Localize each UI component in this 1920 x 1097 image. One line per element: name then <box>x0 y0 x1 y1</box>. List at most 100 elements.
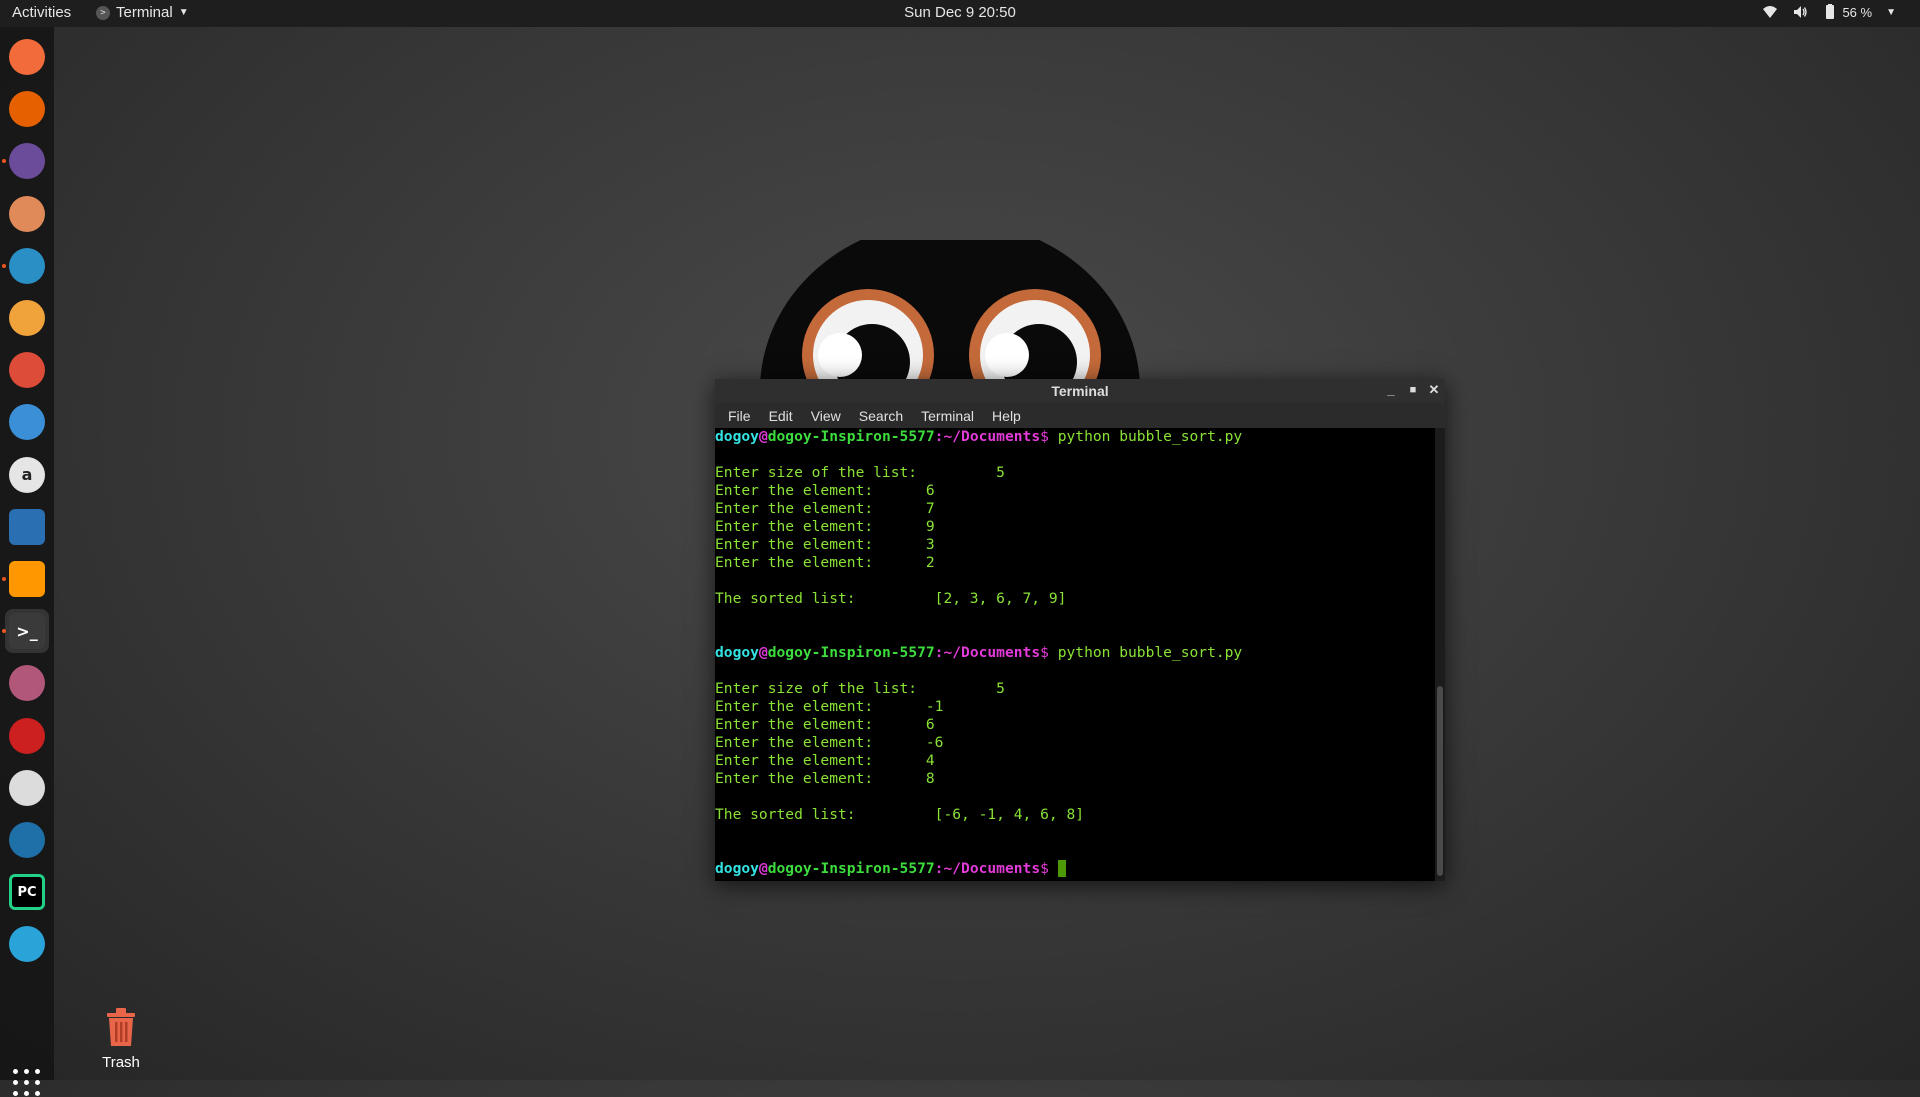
dock-item-todo[interactable] <box>5 35 49 79</box>
output-line: Enter the element: 6 <box>715 482 1435 500</box>
prompt-sign: $ <box>1040 860 1049 877</box>
prompt-user: dogoy <box>715 860 759 877</box>
menu-help[interactable]: Help <box>983 408 1030 424</box>
menu-edit[interactable]: Edit <box>760 408 802 424</box>
maximize-icon[interactable]: ■ <box>1405 382 1421 398</box>
terminal-window[interactable]: Terminal _ ■ ✕ File Edit View Search Termina… <box>715 379 1445 881</box>
trash-label: Trash <box>102 1054 140 1071</box>
dock-item-help[interactable] <box>5 400 49 444</box>
output-line: Enter the element: 2 <box>715 554 1435 572</box>
dock-item-red-terminal[interactable] <box>5 714 49 758</box>
chevron-down-icon: ▼ <box>1886 6 1896 18</box>
toggle-icon <box>9 769 45 806</box>
dock-item-globe[interactable] <box>5 661 49 705</box>
clock-area: Sun Dec 9 20:50 <box>0 4 1920 21</box>
window-title: Terminal <box>1051 383 1109 399</box>
dock: a >_ PC <box>0 27 54 1096</box>
output-line: Enter size of the list: 5 <box>715 680 1435 698</box>
dock-item-files[interactable] <box>2 139 49 183</box>
output-text: The sorted list: [2, 3, 6, 7, 9] <box>715 590 1067 607</box>
menu-view[interactable]: View <box>802 408 850 424</box>
dock-item-terminal[interactable]: >_ <box>2 609 49 654</box>
running-indicator <box>2 577 6 581</box>
prompt-user: dogoy <box>715 428 759 445</box>
output-text: The sorted list: [-6, -1, 4, 6, 8] <box>715 806 1085 823</box>
document-icon <box>9 247 45 284</box>
show-applications-icon[interactable] <box>13 1069 41 1097</box>
menu-search[interactable]: Search <box>850 408 912 424</box>
terminal-prompt-line: dogoy@dogoy-Inspiron-5577:~/Documents$ p… <box>715 428 1435 446</box>
red-terminal-icon <box>9 717 45 754</box>
dock-item-amazon[interactable]: a <box>5 453 49 497</box>
trash-desktop-icon[interactable]: Trash <box>96 1005 146 1071</box>
dock-item-monitor[interactable] <box>5 922 49 966</box>
chrome-icon <box>9 352 45 389</box>
output-text: Enter the element: 2 <box>715 554 935 571</box>
shopping-bag-icon <box>9 300 45 336</box>
amazon-icon: a <box>9 456 45 493</box>
system-tray[interactable]: 56 % ▼ <box>1762 4 1896 20</box>
output-line: Enter the element: -1 <box>715 698 1435 716</box>
pycharm-icon: PC <box>9 874 45 911</box>
prompt-host: dogoy-Inspiron-5577 <box>767 428 935 445</box>
menu-terminal[interactable]: Terminal <box>912 408 983 424</box>
terminal-prompt-line: dogoy@dogoy-Inspiron-5577:~/Documents$ <box>715 860 1435 878</box>
output-text: Enter the element: 8 <box>715 770 935 787</box>
prompt-host: dogoy-Inspiron-5577 <box>767 644 935 661</box>
output-line: The sorted list: [-6, -1, 4, 6, 8] <box>715 806 1435 824</box>
wifi-icon <box>1763 6 1778 18</box>
prompt-path: ~/Documents <box>943 860 1041 877</box>
wallpaper-mascot <box>760 240 1140 390</box>
output-line: Enter size of the list: 5 <box>715 464 1435 482</box>
dock-item-wireshark[interactable] <box>5 818 49 862</box>
dock-item-writer[interactable] <box>2 244 49 288</box>
dock-item-pycharm[interactable]: PC <box>5 870 49 914</box>
dock-item-software[interactable] <box>5 296 49 340</box>
output-text: Enter the element: 4 <box>715 752 935 769</box>
speaker-icon <box>9 195 45 232</box>
firefox-icon <box>9 91 45 128</box>
command-text: python bubble_sort.py <box>1048 428 1243 445</box>
running-indicator <box>2 629 6 634</box>
menu-file[interactable]: File <box>719 408 760 424</box>
output-text: Enter the element: -6 <box>715 734 944 751</box>
system-monitor-icon <box>9 926 45 963</box>
dock-item-firefox[interactable] <box>5 87 49 131</box>
menu-bar: File Edit View Search Terminal Help <box>715 403 1445 428</box>
prompt-at: @ <box>758 860 768 877</box>
prompt-path: ~/Documents <box>943 644 1041 661</box>
dock-item-chrome[interactable] <box>5 348 49 392</box>
dock-item-vscode[interactable] <box>5 505 49 549</box>
close-icon[interactable]: ✕ <box>1426 382 1442 398</box>
prompt-path: ~/Documents <box>943 428 1041 445</box>
folder-icon <box>9 143 45 180</box>
scrollbar-thumb[interactable] <box>1437 686 1443 876</box>
window-titlebar[interactable]: Terminal _ ■ ✕ <box>715 379 1445 403</box>
output-text: Enter the element: 6 <box>715 482 935 499</box>
terminal-output[interactable]: dogoy@dogoy-Inspiron-5577:~/Documents$ p… <box>715 428 1435 881</box>
minimize-icon[interactable]: _ <box>1383 382 1399 398</box>
scrollbar[interactable] <box>1435 428 1445 881</box>
output-line: Enter the element: 8 <box>715 770 1435 788</box>
output-line: Enter the element: 6 <box>715 716 1435 734</box>
output-text: Enter the element: -1 <box>715 698 944 715</box>
dock-item-toggles[interactable] <box>5 766 49 810</box>
dock-item-rhythmbox[interactable] <box>5 192 49 236</box>
output-text: Enter the element: 6 <box>715 716 935 733</box>
dock-item-sublime[interactable] <box>2 557 49 601</box>
prompt-sign: $ <box>1040 428 1049 445</box>
output-line: Enter the element: 7 <box>715 500 1435 518</box>
checklist-icon <box>9 39 45 75</box>
command-text <box>1049 860 1058 877</box>
prompt-sign: $ <box>1040 644 1049 661</box>
vscode-icon <box>9 508 45 545</box>
running-indicator <box>2 159 6 164</box>
text-cursor <box>1057 860 1066 877</box>
clock[interactable]: Sun Dec 9 20:50 <box>904 4 1016 21</box>
